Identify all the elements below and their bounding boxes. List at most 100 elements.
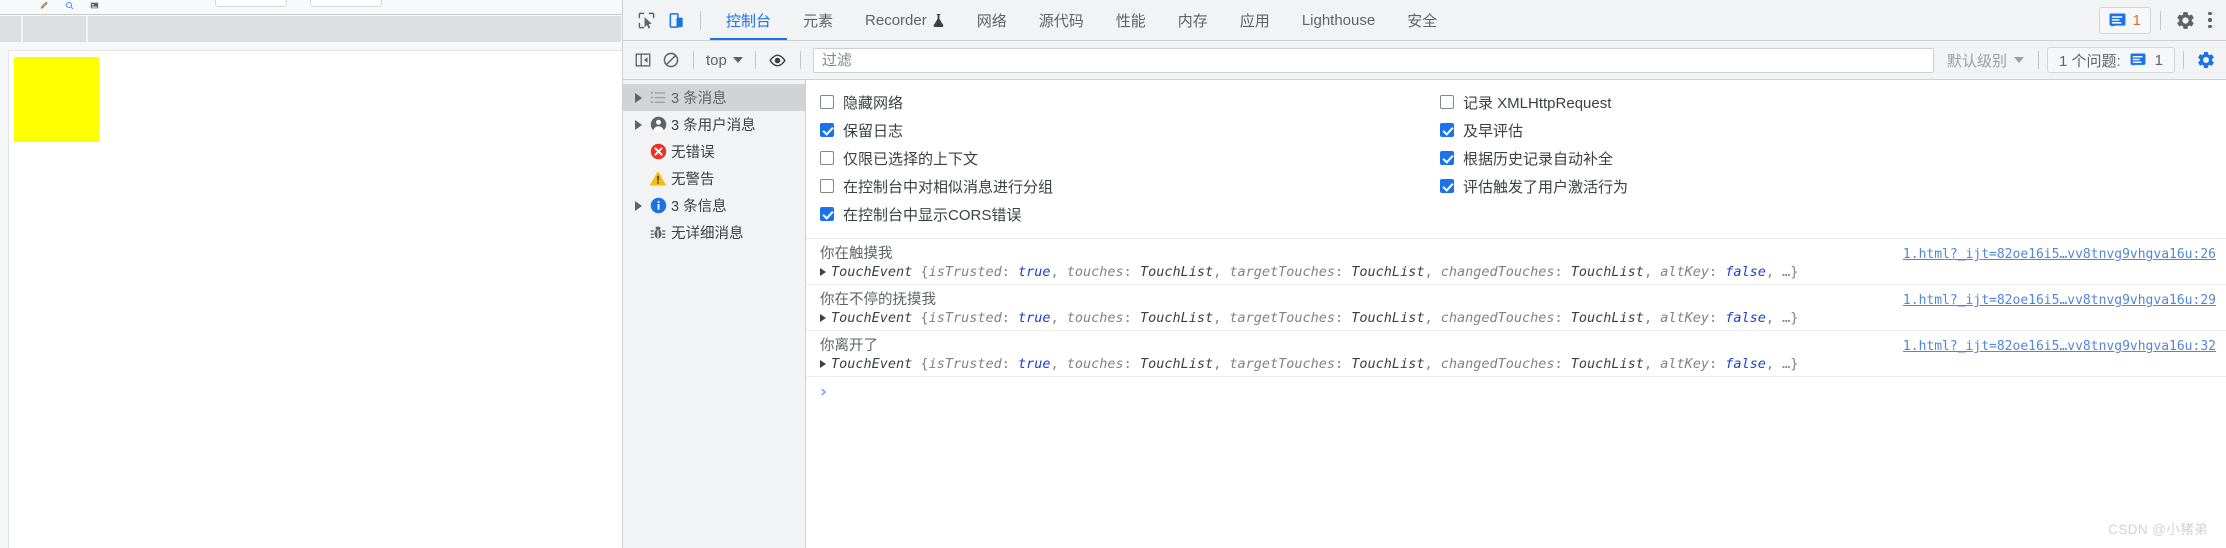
sidebar-item-errors[interactable]: 无错误 xyxy=(623,138,805,165)
console-object-preview[interactable]: TouchEvent { isTrusted: true, touches: T… xyxy=(806,263,2226,280)
clear-console-icon[interactable] xyxy=(657,46,685,74)
setting-preserve-log[interactable]: 保留日志 xyxy=(820,116,1426,144)
console-settings-panel: 隐藏网络 保留日志 仅限已选择的上下文 在控制台中对相似消息进行分组 在控制台中… xyxy=(806,80,2226,239)
tab-application[interactable]: 应用 xyxy=(1224,0,1286,40)
setting-eager-evaluation[interactable]: 及早评估 xyxy=(1440,116,2226,144)
tab-network[interactable]: 网络 xyxy=(961,0,1023,40)
device-bar-segment-c xyxy=(88,16,622,42)
setting-evaluate-triggers-user-activation[interactable]: 评估触发了用户激活行为 xyxy=(1440,172,2226,200)
list-icon xyxy=(646,90,670,105)
object-key: altKey xyxy=(1660,310,1709,326)
setting-label: 评估触发了用户激活行为 xyxy=(1463,178,1629,196)
console-message-source-link[interactable]: 1.html?_ijt=82oe16i5…vv8tnvg9vhgva16u:32 xyxy=(1903,339,2216,354)
tab-recorder[interactable]: Recorder xyxy=(849,0,961,40)
console-message-source-link[interactable]: 1.html?_ijt=82oe16i5…vv8tnvg9vhgva16u:26 xyxy=(1903,247,2216,262)
tab-label: 控制台 xyxy=(726,12,772,30)
tab-elements[interactable]: 元素 xyxy=(787,0,849,40)
sidebar-item-label: 3 条用户消息 xyxy=(671,118,756,134)
object-value: true xyxy=(1017,310,1051,326)
live-expression-icon[interactable] xyxy=(764,46,792,74)
checkbox[interactable] xyxy=(820,179,834,193)
mini-field-left[interactable] xyxy=(215,0,287,7)
tab-security[interactable]: 安全 xyxy=(1391,0,1453,40)
checkbox[interactable] xyxy=(820,95,834,109)
setting-selected-context-only[interactable]: 仅限已选择的上下文 xyxy=(820,144,1426,172)
object-key: changedTouches xyxy=(1440,356,1555,372)
object-key: altKey xyxy=(1660,264,1709,280)
sidebar-item-info[interactable]: 3 条信息 xyxy=(623,192,805,219)
console-message[interactable]: 你离开了 1.html?_ijt=82oe16i5…vv8tnvg9vhgva1… xyxy=(806,331,2226,377)
checkbox[interactable] xyxy=(1440,151,1454,165)
issues-badge-button[interactable]: 1 xyxy=(2098,6,2151,34)
flask-icon xyxy=(933,13,944,27)
device-emulation-bar[interactable] xyxy=(0,16,622,42)
inspect-cursor-icon[interactable] xyxy=(631,5,661,35)
expand-arrow-icon[interactable] xyxy=(820,268,826,276)
setting-hide-network[interactable]: 隐藏网络 xyxy=(820,88,1426,116)
object-key: touches xyxy=(1066,356,1124,372)
execution-context-value: top xyxy=(706,51,727,69)
toolbar-divider-right xyxy=(2160,10,2161,30)
console-filter-input[interactable] xyxy=(812,47,1934,73)
console-object-preview[interactable]: TouchEvent { isTrusted: true, touches: T… xyxy=(806,355,2226,372)
yellow-touch-target[interactable] xyxy=(14,57,99,142)
filterbar-divider-2 xyxy=(754,51,756,69)
console-message-header: 你在不停的抚摸我 1.html?_ijt=82oe16i5…vv8tnvg9vh… xyxy=(806,288,2226,309)
devtools-tabbar: 控制台 元素 Recorder 网络 源代码 性能 内存 应用 Lighthou… xyxy=(623,0,2226,41)
expand-arrow-icon[interactable] xyxy=(630,119,646,130)
expand-arrow-icon[interactable] xyxy=(630,92,646,103)
tab-label: 性能 xyxy=(1115,12,1146,30)
checkbox[interactable] xyxy=(820,207,834,221)
object-constructor-name: TouchEvent xyxy=(831,264,913,280)
sidebar-item-verbose[interactable]: 无详细消息 xyxy=(623,219,805,246)
tab-console[interactable]: 控制台 xyxy=(710,0,788,40)
tab-performance[interactable]: 性能 xyxy=(1100,0,1162,40)
search-icon xyxy=(65,1,74,10)
settings-column-left: 隐藏网络 保留日志 仅限已选择的上下文 在控制台中对相似消息进行分组 在控制台中… xyxy=(806,88,1426,228)
execution-context-selector[interactable]: top xyxy=(702,48,747,72)
expand-arrow-icon[interactable] xyxy=(820,314,826,322)
mini-separator-dots: •• xyxy=(295,0,302,2)
tab-memory[interactable]: 内存 xyxy=(1162,0,1224,40)
tabbar-right-group: 1 xyxy=(2098,5,2220,35)
log-level-selector[interactable]: 默认级别 xyxy=(1941,50,2030,71)
mini-field-right[interactable] xyxy=(309,0,382,7)
console-message[interactable]: 你在触摸我 1.html?_ijt=82oe16i5…vv8tnvg9vhgva… xyxy=(806,239,2226,285)
checkbox[interactable] xyxy=(1440,95,1454,109)
sidebar-item-all-messages[interactable]: 3 条消息 xyxy=(623,84,805,111)
object-key: targetTouches xyxy=(1229,310,1336,326)
console-message-list: 你在触摸我 1.html?_ijt=82oe16i5…vv8tnvg9vhgva… xyxy=(806,239,2226,548)
checkbox[interactable] xyxy=(820,123,834,137)
device-toolbar-icon[interactable] xyxy=(661,5,691,35)
device-bar-segment-b xyxy=(23,16,88,42)
warning-icon xyxy=(646,170,670,187)
issues-message-icon xyxy=(2109,12,2126,26)
checkbox[interactable] xyxy=(1440,179,1454,193)
console-settings-gear-icon[interactable] xyxy=(2192,46,2220,74)
sidebar-item-warnings[interactable]: 无警告 xyxy=(623,165,805,192)
setting-group-similar[interactable]: 在控制台中对相似消息进行分组 xyxy=(820,172,1426,200)
tab-lighthouse[interactable]: Lighthouse xyxy=(1286,0,1391,40)
kebab-menu-icon[interactable] xyxy=(2200,10,2220,30)
object-value: TouchList xyxy=(1351,310,1425,326)
setting-log-xmlhttprequest[interactable]: 记录 XMLHttpRequest xyxy=(1440,88,2226,116)
expand-arrow-icon[interactable] xyxy=(630,200,646,211)
setting-label: 及早评估 xyxy=(1463,122,1524,140)
expand-arrow-icon[interactable] xyxy=(820,360,826,368)
checkbox[interactable] xyxy=(820,151,834,165)
tab-sources[interactable]: 源代码 xyxy=(1023,0,1100,40)
setting-show-cors-errors[interactable]: 在控制台中显示CORS错误 xyxy=(820,200,1426,228)
console-message[interactable]: 你在不停的抚摸我 1.html?_ijt=82oe16i5…vv8tnvg9vh… xyxy=(806,285,2226,331)
console-message-source-link[interactable]: 1.html?_ijt=82oe16i5…vv8tnvg9vhgva16u:29 xyxy=(1903,293,2216,308)
show-console-sidebar-icon[interactable] xyxy=(629,46,657,74)
issues-summary-button[interactable]: 1 个问题: 1 xyxy=(2046,47,2175,73)
object-key: isTrusted xyxy=(928,264,1002,280)
gear-icon[interactable] xyxy=(2170,5,2200,35)
setting-autocomplete-from-history[interactable]: 根据历史记录自动补全 xyxy=(1440,144,2226,172)
setting-label: 根据历史记录自动补全 xyxy=(1463,150,1614,168)
console-prompt[interactable]: › xyxy=(806,377,2226,407)
sidebar-item-user-messages[interactable]: 3 条用户消息 xyxy=(623,111,805,138)
console-object-preview[interactable]: TouchEvent { isTrusted: true, touches: T… xyxy=(806,309,2226,326)
rendered-page[interactable] xyxy=(8,50,622,548)
checkbox[interactable] xyxy=(1440,123,1454,137)
